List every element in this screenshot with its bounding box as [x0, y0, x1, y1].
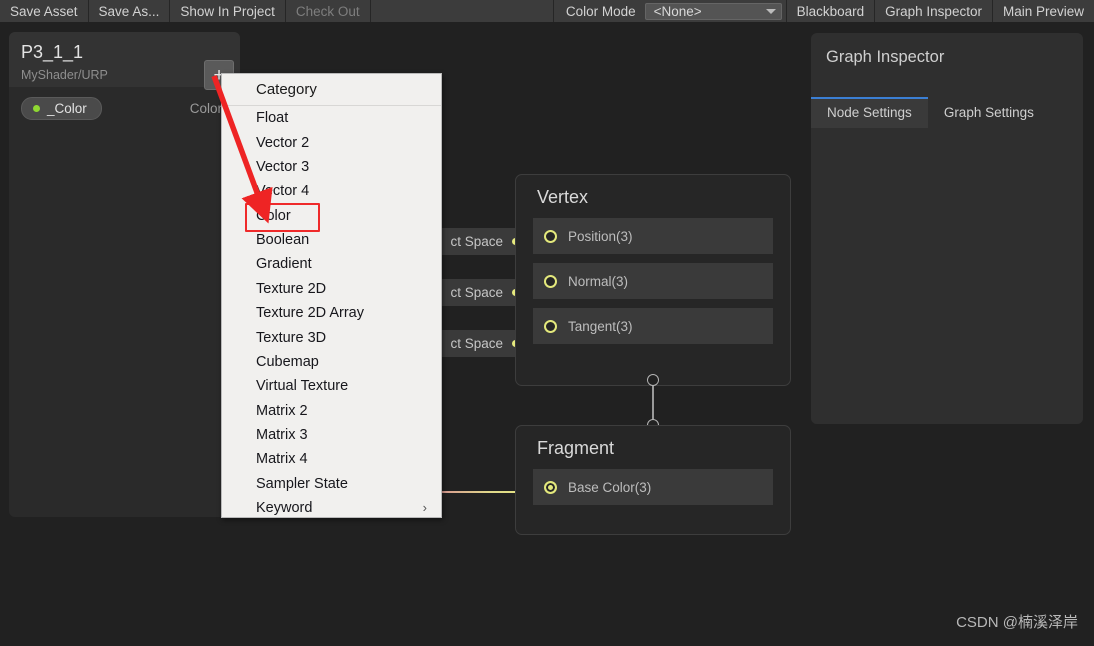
context-menu-item[interactable]: Texture 2D Array	[222, 301, 441, 325]
context-menu-item[interactable]: Sampler State	[222, 472, 441, 496]
context-menu-item-label: Virtual Texture	[256, 378, 349, 395]
color-mode-value: <None>	[653, 3, 702, 19]
port-label: Tangent(3)	[568, 318, 633, 334]
context-menu-item-label: Boolean	[256, 232, 310, 249]
property-type-dot-icon	[33, 105, 40, 112]
input-port-icon[interactable]	[544, 274, 557, 288]
context-menu-item-label: Matrix 4	[256, 451, 308, 468]
context-menu-item[interactable]: Vector 4	[222, 179, 441, 203]
save-asset-button[interactable]: Save Asset	[0, 0, 89, 22]
context-menu-item-label: Cubemap	[256, 353, 319, 370]
fragment-port-base-color[interactable]: Base Color(3)	[533, 469, 773, 505]
show-in-project-button[interactable]: Show In Project	[170, 0, 286, 22]
context-menu-item[interactable]: Cubemap	[222, 350, 441, 374]
context-menu-item[interactable]: Matrix 2	[222, 399, 441, 423]
chevron-down-icon	[765, 8, 776, 14]
fragment-node-title: Fragment	[537, 438, 615, 458]
shader-graph-window: Save Asset Save As... Show In Project Ch…	[0, 0, 1094, 646]
add-property-context-menu: Category Float Vector 2 Vector 3 Vector 4 Co…	[221, 73, 442, 518]
vertex-node[interactable]: Vertex Position(3) Normal(3) Tangent(3)	[515, 174, 791, 386]
vertex-node-title: Vertex	[537, 187, 589, 207]
context-menu-item-label: Texture 3D	[256, 329, 327, 346]
input-port-icon[interactable]	[544, 229, 557, 243]
chevron-right-icon: ›	[422, 500, 427, 516]
context-menu-item[interactable]: Matrix 4	[222, 447, 441, 471]
graph-inspector-panel: Graph Inspector Node Settings Graph Sett…	[811, 33, 1083, 424]
port-label: Base Color(3)	[568, 479, 652, 495]
context-menu-item[interactable]: Color	[222, 202, 441, 232]
property-name: _Color	[47, 101, 87, 116]
vertex-port-position[interactable]: Position(3)	[533, 218, 773, 254]
context-menu-item-label: Texture 2D Array	[256, 305, 364, 322]
context-menu-items: Float Vector 2 Vector 3 Vector 4 Color Boolea…	[222, 106, 441, 520]
context-menu-item[interactable]: Float	[222, 106, 441, 130]
context-menu-item[interactable]: Matrix 3	[222, 423, 441, 447]
input-port-icon[interactable]	[544, 480, 557, 494]
save-as-button[interactable]: Save As...	[88, 0, 171, 22]
watermark: CSDN @楠溪泽岸	[956, 614, 1078, 631]
port-label: Position(3)	[568, 228, 633, 244]
graph-inspector-title: Graph Inspector	[826, 48, 945, 66]
tab-node-settings[interactable]: Node Settings	[811, 97, 928, 129]
check-out-button: Check Out	[285, 0, 371, 22]
context-menu-item[interactable]: Texture 2D	[222, 277, 441, 301]
context-menu-item[interactable]: Vector 2	[222, 130, 441, 154]
context-menu-item-label: Gradient	[256, 256, 312, 273]
vertex-port-normal[interactable]: Normal(3)	[533, 263, 773, 299]
context-menu-item-label: Matrix 3	[256, 427, 308, 444]
graph-inspector-toggle-button[interactable]: Graph Inspector	[874, 0, 992, 22]
stack-connector-dot-top[interactable]	[647, 374, 659, 386]
context-menu-item-label: Vector 4	[256, 183, 310, 200]
context-menu-item-label: Texture 2D	[256, 280, 327, 297]
context-menu-item[interactable]: Texture 3D	[222, 325, 441, 349]
graph-inspector-body	[811, 128, 1083, 424]
fragment-node[interactable]: Fragment Base Color(3)	[515, 425, 791, 535]
context-menu-item[interactable]: Boolean	[222, 228, 441, 252]
vertex-port-tangent[interactable]: Tangent(3)	[533, 308, 773, 344]
context-menu-item[interactable]: Gradient	[222, 252, 441, 276]
context-menu-header: Category	[222, 74, 441, 106]
main-preview-toggle-button[interactable]: Main Preview	[991, 0, 1094, 22]
context-menu-item-label: Vector 3	[256, 158, 310, 175]
context-menu-item-label: Vector 2	[256, 134, 310, 151]
graph-inspector-tabs: Node Settings Graph Settings	[811, 97, 1083, 129]
context-menu-item[interactable]: Vector 3	[222, 155, 441, 179]
color-mode-label: Color Mode	[553, 0, 645, 22]
color-mode-dropdown[interactable]: <None>	[644, 2, 782, 20]
toolbar-spacer	[370, 0, 554, 22]
context-menu-item-label: Sampler State	[256, 475, 348, 492]
blackboard-subtitle: MyShader/URP	[21, 68, 108, 82]
object-space-node-label: ct Space	[450, 234, 503, 249]
blackboard-property-row: _Color Color	[9, 87, 240, 120]
blackboard-title: P3_1_1	[21, 42, 84, 62]
context-menu-item-label: Matrix 2	[256, 402, 308, 419]
context-menu-item-label: Float	[256, 110, 289, 127]
context-menu-item-label: Keyword	[256, 500, 313, 517]
toolbar: Save Asset Save As... Show In Project Ch…	[0, 0, 1094, 22]
property-pill-color[interactable]: _Color	[21, 97, 102, 120]
object-space-node-label: ct Space	[450, 285, 503, 300]
blackboard-toggle-button[interactable]: Blackboard	[785, 0, 875, 22]
port-label: Normal(3)	[568, 273, 629, 289]
toolbar-right-group: Blackboard Graph Inspector Main Preview	[785, 0, 1094, 22]
input-port-icon[interactable]	[544, 319, 557, 333]
tab-graph-settings[interactable]: Graph Settings	[927, 97, 1050, 129]
context-menu-item-label: Color	[256, 207, 291, 224]
object-space-node-label: ct Space	[450, 336, 503, 351]
blackboard-panel: P3_1_1 MyShader/URP _Color Color	[9, 32, 240, 517]
context-menu-item[interactable]: Keyword ›	[222, 496, 441, 520]
context-menu-item[interactable]: Virtual Texture	[222, 374, 441, 398]
